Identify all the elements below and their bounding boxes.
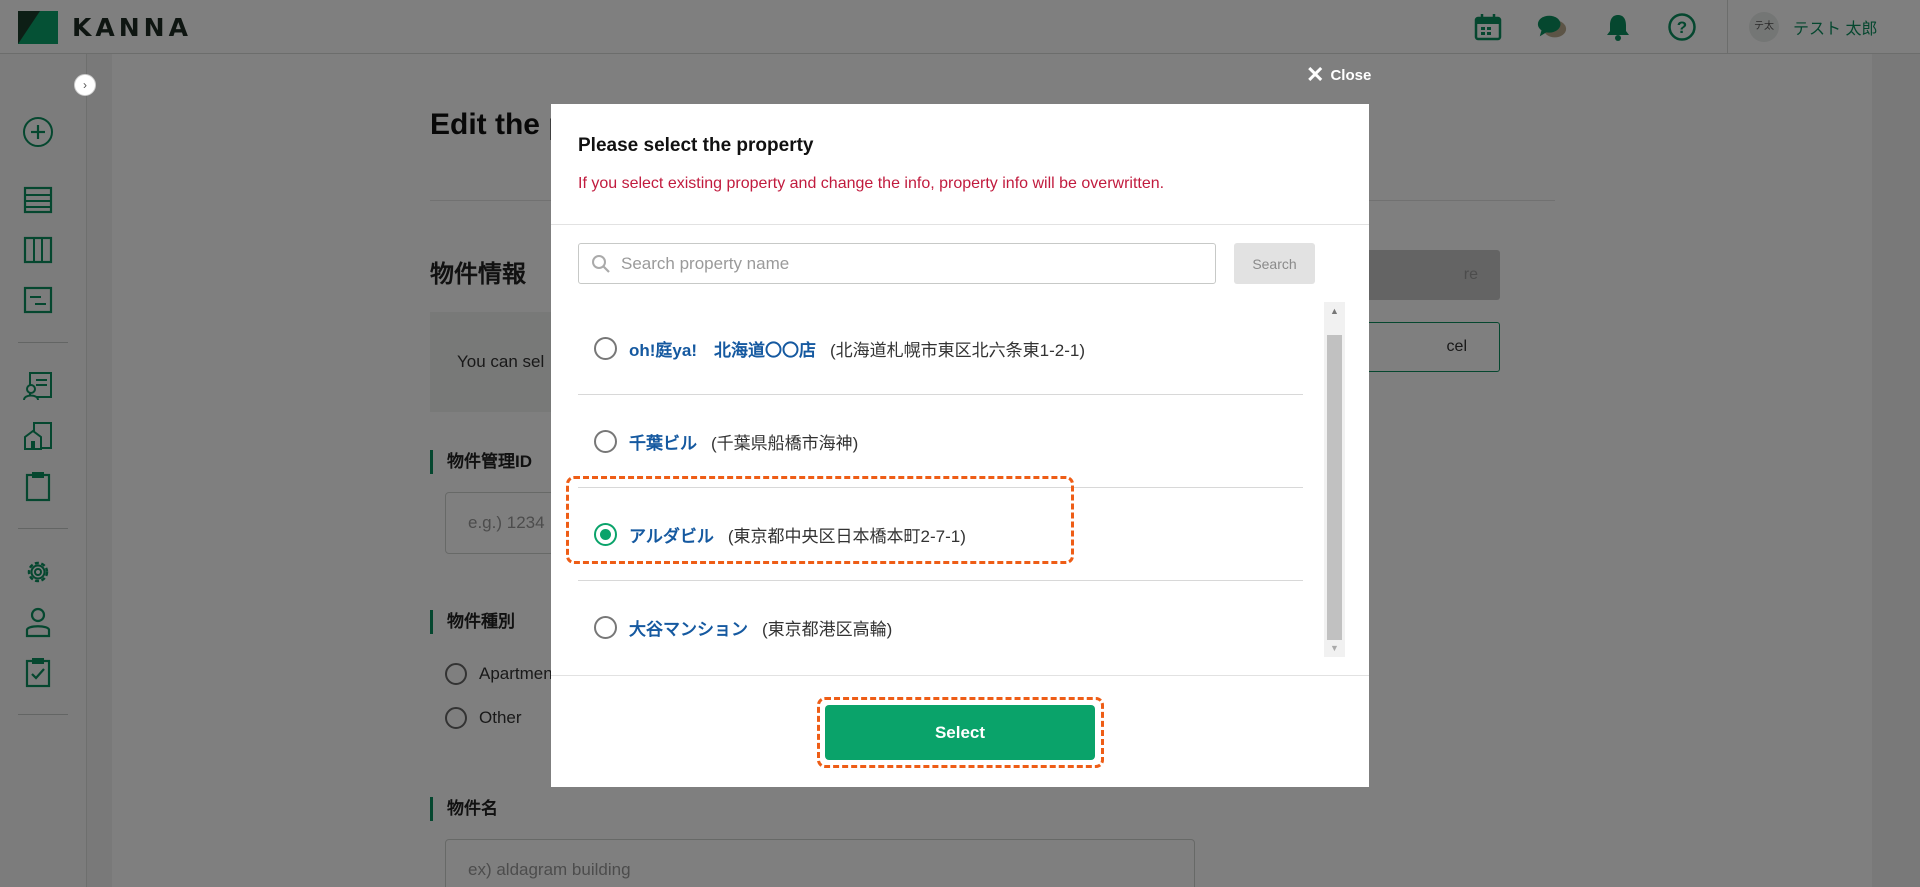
property-name[interactable]: アルダビル xyxy=(629,522,714,547)
property-address: (千葉県船橋市海神) xyxy=(711,433,859,453)
property-address: (東京都港区高輪) xyxy=(762,619,893,639)
sidebar-toggle-button[interactable]: › xyxy=(74,74,96,96)
overwrite-warning: If you select existing property and chan… xyxy=(578,175,1165,192)
property-select-modal: Please select the property If you select… xyxy=(551,104,1369,787)
radio-button-selected[interactable] xyxy=(594,522,617,546)
modal-divider xyxy=(551,675,1369,676)
search-icon xyxy=(592,254,610,273)
property-address: (東京都中央区日本橋本町2-7-1) xyxy=(727,526,966,546)
modal-title: Please select the property xyxy=(578,135,814,156)
list-scrollbar[interactable]: ▲ ▼ xyxy=(1324,302,1345,657)
list-item[interactable]: 大谷マンション (東京都港区高輪) xyxy=(578,581,1303,657)
scroll-down-icon[interactable]: ▼ xyxy=(1324,639,1345,657)
list-item[interactable]: アルダビル (東京都中央区日本橋本町2-7-1) xyxy=(578,488,1303,580)
list-item[interactable]: oh!庭ya! 北海道〇〇店 (北海道札幌市東区北六条東1-2-1) xyxy=(578,302,1303,394)
search-input[interactable] xyxy=(621,253,1201,274)
property-list: oh!庭ya! 北海道〇〇店 (北海道札幌市東区北六条東1-2-1) 千葉ビル … xyxy=(578,302,1308,657)
select-button[interactable]: Select xyxy=(825,705,1095,760)
radio-button[interactable] xyxy=(594,336,617,360)
scroll-up-icon[interactable]: ▲ xyxy=(1324,302,1345,320)
property-name[interactable]: oh!庭ya! 北海道〇〇店 xyxy=(629,336,816,361)
property-name[interactable]: 大谷マンション xyxy=(629,615,748,640)
close-button[interactable]: ✕ Close xyxy=(1306,64,1371,86)
modal-divider xyxy=(551,224,1369,225)
scroll-thumb[interactable] xyxy=(1327,335,1342,640)
search-field[interactable] xyxy=(578,243,1216,284)
radio-button[interactable] xyxy=(594,615,617,639)
radio-button[interactable] xyxy=(594,429,617,453)
search-button[interactable]: Search xyxy=(1234,243,1315,284)
close-label: Close xyxy=(1330,66,1372,84)
property-name[interactable]: 千葉ビル xyxy=(629,429,697,454)
property-address: (北海道札幌市東区北六条東1-2-1) xyxy=(830,340,1086,360)
close-icon: ✕ xyxy=(1306,62,1325,87)
list-item[interactable]: 千葉ビル (千葉県船橋市海神) xyxy=(578,395,1303,487)
